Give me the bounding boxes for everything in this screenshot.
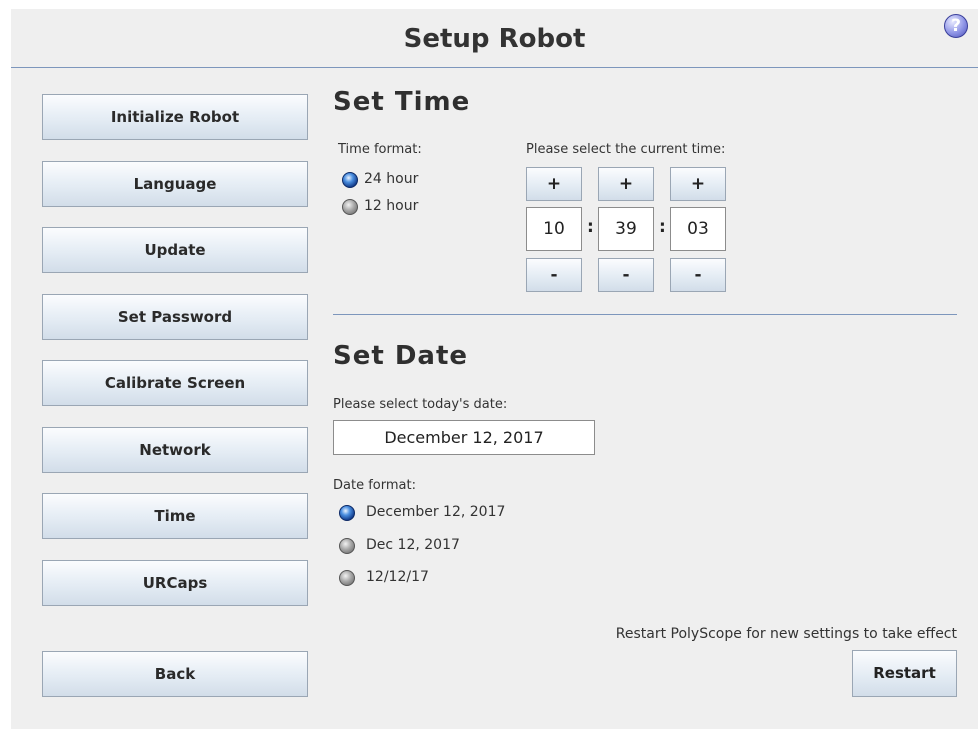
seconds-field[interactable]: 03 <box>670 207 726 251</box>
select-time-label: Please select the current time: <box>526 142 726 157</box>
set-time-heading: Set Time <box>333 87 471 117</box>
select-date-label: Please select today's date: <box>333 397 508 412</box>
time-button[interactable]: Time <box>42 493 308 539</box>
hours-increment-button[interactable]: + <box>526 167 582 201</box>
network-button[interactable]: Network <box>42 427 308 473</box>
setup-robot-window: Setup Robot ? Initialize Robot Language … <box>11 9 978 729</box>
radio-date-short-label: Dec 12, 2017 <box>366 537 460 553</box>
section-divider <box>333 314 957 315</box>
time-format-label: Time format: <box>338 142 422 157</box>
radio-12-hour[interactable] <box>342 199 358 215</box>
restart-button[interactable]: Restart <box>852 650 957 697</box>
set-password-button[interactable]: Set Password <box>42 294 308 340</box>
hours-field[interactable]: 10 <box>526 207 582 251</box>
minutes-field[interactable]: 39 <box>598 207 654 251</box>
time-separator: : <box>587 217 594 237</box>
calibrate-screen-button[interactable]: Calibrate Screen <box>42 360 308 406</box>
hours-decrement-button[interactable]: - <box>526 258 582 292</box>
initialize-robot-button[interactable]: Initialize Robot <box>42 94 308 140</box>
date-field[interactable]: December 12, 2017 <box>333 420 595 455</box>
urcaps-button[interactable]: URCaps <box>42 560 308 606</box>
radio-24-hour[interactable] <box>342 172 358 188</box>
radio-date-long[interactable] <box>339 505 355 521</box>
radio-24-hour-label: 24 hour <box>364 171 419 187</box>
update-button[interactable]: Update <box>42 227 308 273</box>
minutes-decrement-button[interactable]: - <box>598 258 654 292</box>
restart-note: Restart PolyScope for new settings to ta… <box>615 626 957 642</box>
question-circle-icon[interactable]: ? <box>944 14 968 38</box>
radio-date-numeric[interactable] <box>339 570 355 586</box>
time-separator: : <box>659 217 666 237</box>
radio-12-hour-label: 12 hour <box>364 198 419 214</box>
radio-date-numeric-label: 12/12/17 <box>366 569 429 585</box>
radio-date-long-label: December 12, 2017 <box>366 504 506 520</box>
radio-date-short[interactable] <box>339 538 355 554</box>
minutes-increment-button[interactable]: + <box>598 167 654 201</box>
title-divider <box>11 67 978 68</box>
date-format-label: Date format: <box>333 478 416 493</box>
seconds-decrement-button[interactable]: - <box>670 258 726 292</box>
back-button[interactable]: Back <box>42 651 308 697</box>
seconds-increment-button[interactable]: + <box>670 167 726 201</box>
page-title: Setup Robot <box>403 24 586 54</box>
set-date-heading: Set Date <box>333 341 469 371</box>
language-button[interactable]: Language <box>42 161 308 207</box>
